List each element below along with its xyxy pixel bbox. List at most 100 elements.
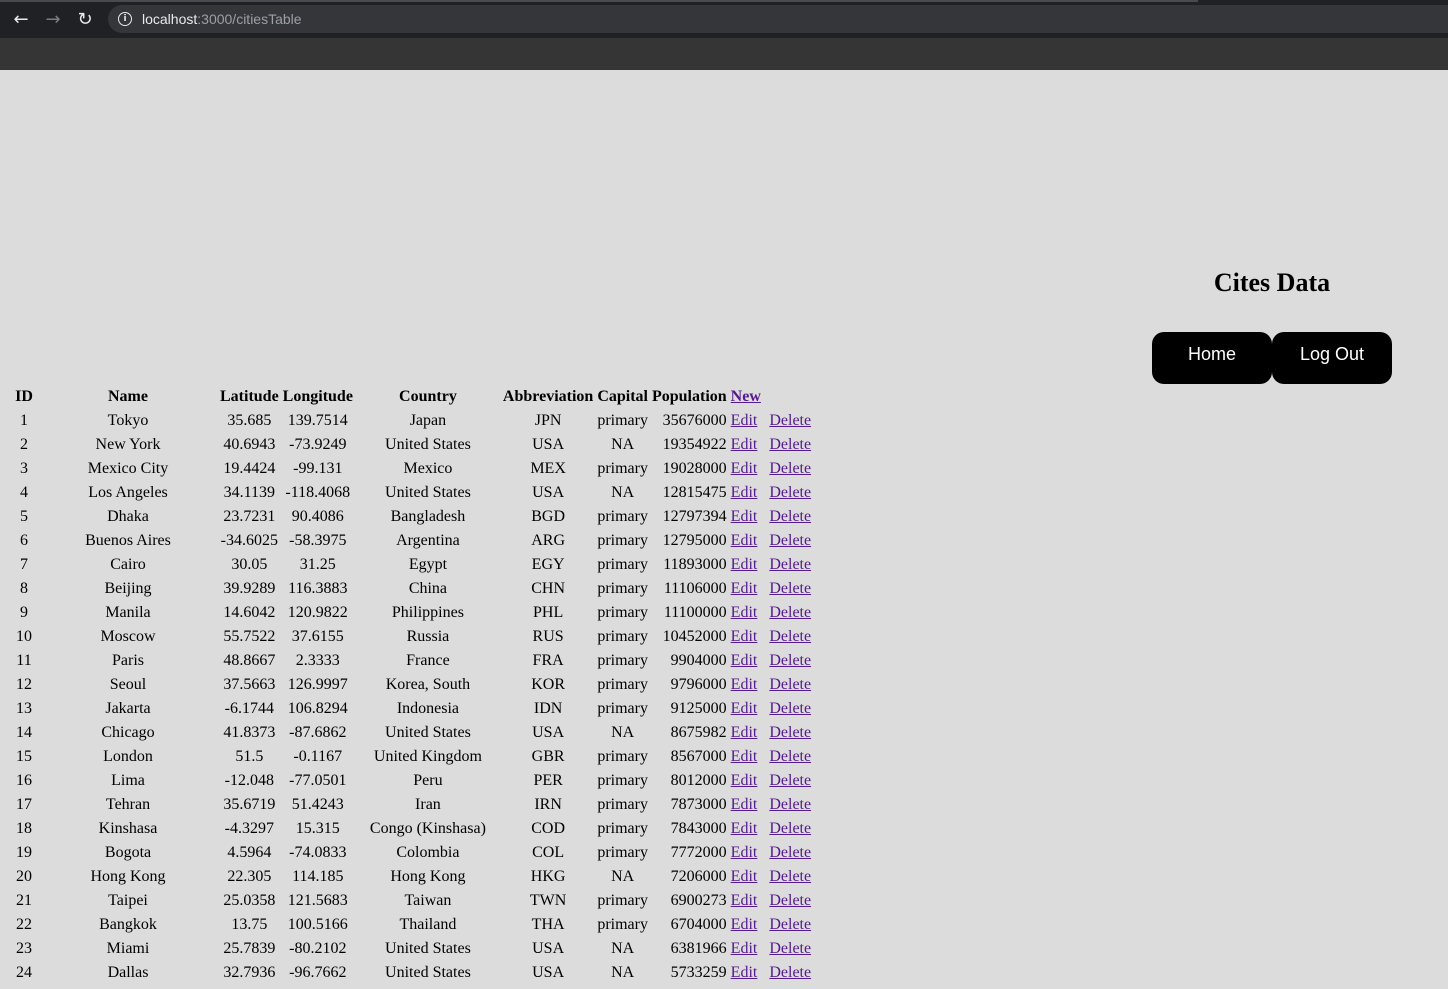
cell-country: Egypt bbox=[408, 556, 448, 573]
edit-link[interactable]: Edit bbox=[731, 796, 758, 813]
cell-delete: Delete bbox=[759, 913, 813, 937]
cell-capital: primary bbox=[597, 508, 648, 525]
cell-edit: Edit bbox=[729, 817, 760, 841]
new-link[interactable]: New bbox=[731, 388, 761, 405]
forward-icon[interactable]: → bbox=[40, 6, 66, 32]
delete-link[interactable]: Delete bbox=[769, 844, 811, 861]
delete-link[interactable]: Delete bbox=[769, 460, 811, 477]
cell-abbreviation: MEX bbox=[530, 460, 566, 477]
delete-link[interactable]: Delete bbox=[769, 748, 811, 765]
cell-id: 18 bbox=[16, 820, 32, 837]
delete-link[interactable]: Delete bbox=[769, 724, 811, 741]
delete-link[interactable]: Delete bbox=[769, 892, 811, 909]
edit-link[interactable]: Edit bbox=[731, 868, 758, 885]
edit-link[interactable]: Edit bbox=[731, 724, 758, 741]
delete-link[interactable]: Delete bbox=[769, 916, 811, 933]
cell-country: Korea, South bbox=[385, 676, 471, 693]
edit-link[interactable]: Edit bbox=[731, 772, 758, 789]
cell-id: 4 bbox=[20, 484, 28, 501]
edit-link[interactable]: Edit bbox=[731, 700, 758, 717]
cell-longitude: -74.0833 bbox=[289, 844, 347, 861]
cell-longitude: 100.5166 bbox=[287, 916, 348, 933]
delete-link[interactable]: Delete bbox=[769, 532, 811, 549]
cell-longitude: 106.8294 bbox=[287, 700, 348, 717]
delete-link[interactable]: Delete bbox=[769, 412, 811, 429]
back-icon[interactable]: ← bbox=[8, 6, 34, 32]
table-row: 24 Dallas 32.7936 -96.7662 United States USA N… bbox=[10, 961, 813, 985]
delete-link[interactable]: Delete bbox=[769, 772, 811, 789]
edit-link[interactable]: Edit bbox=[731, 484, 758, 501]
edit-link[interactable]: Edit bbox=[731, 412, 758, 429]
cell-population: 35676000 bbox=[662, 412, 727, 429]
cell-latitude: -6.1744 bbox=[224, 700, 274, 717]
edit-link[interactable]: Edit bbox=[731, 580, 758, 597]
delete-link[interactable]: Delete bbox=[769, 436, 811, 453]
delete-link[interactable]: Delete bbox=[769, 676, 811, 693]
cities-table: ID Name Latitude Longitude Country Abbre… bbox=[10, 385, 813, 985]
edit-link[interactable]: Edit bbox=[731, 604, 758, 621]
edit-link[interactable]: Edit bbox=[731, 940, 758, 957]
edit-link[interactable]: Edit bbox=[731, 844, 758, 861]
edit-link[interactable]: Edit bbox=[731, 964, 758, 981]
loading-bar bbox=[0, 0, 1198, 2]
cell-latitude: 35.685 bbox=[227, 412, 272, 429]
cell-capital: NA bbox=[611, 484, 635, 501]
delete-link[interactable]: Delete bbox=[769, 628, 811, 645]
edit-link[interactable]: Edit bbox=[731, 892, 758, 909]
edit-link[interactable]: Edit bbox=[731, 436, 758, 453]
delete-link[interactable]: Delete bbox=[769, 820, 811, 837]
cell-latitude: 35.6719 bbox=[223, 796, 276, 813]
edit-link[interactable]: Edit bbox=[731, 532, 758, 549]
edit-link[interactable]: Edit bbox=[731, 820, 758, 837]
cell-edit: Edit bbox=[729, 721, 760, 745]
cell-longitude: 90.4086 bbox=[291, 508, 344, 525]
cell-id: 1 bbox=[20, 412, 28, 429]
cell-population: 11106000 bbox=[663, 580, 727, 597]
edit-link[interactable]: Edit bbox=[731, 652, 758, 669]
cell-country: Congo (Kinshasa) bbox=[369, 820, 486, 837]
home-button[interactable]: Home bbox=[1152, 332, 1272, 384]
info-icon[interactable]: i bbox=[118, 12, 132, 26]
delete-link[interactable]: Delete bbox=[769, 604, 811, 621]
cell-population: 9904000 bbox=[670, 652, 727, 669]
delete-link[interactable]: Delete bbox=[769, 484, 811, 501]
logout-button[interactable]: Log Out bbox=[1272, 332, 1392, 384]
cell-edit: Edit bbox=[729, 553, 760, 577]
cell-country: Japan bbox=[409, 412, 447, 429]
delete-link[interactable]: Delete bbox=[769, 796, 811, 813]
delete-link[interactable]: Delete bbox=[769, 700, 811, 717]
header-new-cell: New bbox=[729, 385, 813, 409]
cell-abbreviation: ARG bbox=[531, 532, 565, 549]
delete-link[interactable]: Delete bbox=[769, 580, 811, 597]
delete-link[interactable]: Delete bbox=[769, 964, 811, 981]
address-bar[interactable]: i localhost:3000/citiesTable bbox=[108, 5, 1448, 33]
edit-link[interactable]: Edit bbox=[731, 628, 758, 645]
delete-link[interactable]: Delete bbox=[769, 508, 811, 525]
url-text[interactable]: localhost:3000/citiesTable bbox=[142, 11, 302, 27]
cell-longitude: 51.4243 bbox=[291, 796, 344, 813]
edit-link[interactable]: Edit bbox=[731, 460, 758, 477]
cell-id: 24 bbox=[16, 964, 32, 981]
cell-capital: primary bbox=[597, 676, 648, 693]
cell-delete: Delete bbox=[759, 505, 813, 529]
table-row: 15 London 51.5 -0.1167 United Kingdom GBR prim… bbox=[10, 745, 813, 769]
edit-link[interactable]: Edit bbox=[731, 508, 758, 525]
delete-link[interactable]: Delete bbox=[769, 652, 811, 669]
delete-link[interactable]: Delete bbox=[769, 868, 811, 885]
cell-id: 13 bbox=[16, 700, 32, 717]
cell-latitude: 30.05 bbox=[231, 556, 268, 573]
delete-link[interactable]: Delete bbox=[769, 556, 811, 573]
cell-delete: Delete bbox=[759, 745, 813, 769]
cell-delete: Delete bbox=[759, 841, 813, 865]
delete-link[interactable]: Delete bbox=[769, 940, 811, 957]
edit-link[interactable]: Edit bbox=[731, 748, 758, 765]
edit-link[interactable]: Edit bbox=[731, 556, 758, 573]
cell-latitude: 55.7522 bbox=[223, 628, 276, 645]
edit-link[interactable]: Edit bbox=[731, 676, 758, 693]
cell-abbreviation: RUS bbox=[532, 628, 564, 645]
table-row: 6 Buenos Aires -34.6025 -58.3975 Argentina AR… bbox=[10, 529, 813, 553]
cell-latitude: -4.3297 bbox=[224, 820, 274, 837]
reload-icon[interactable]: ↻ bbox=[72, 6, 98, 32]
edit-link[interactable]: Edit bbox=[731, 916, 758, 933]
cell-capital: NA bbox=[611, 964, 635, 981]
